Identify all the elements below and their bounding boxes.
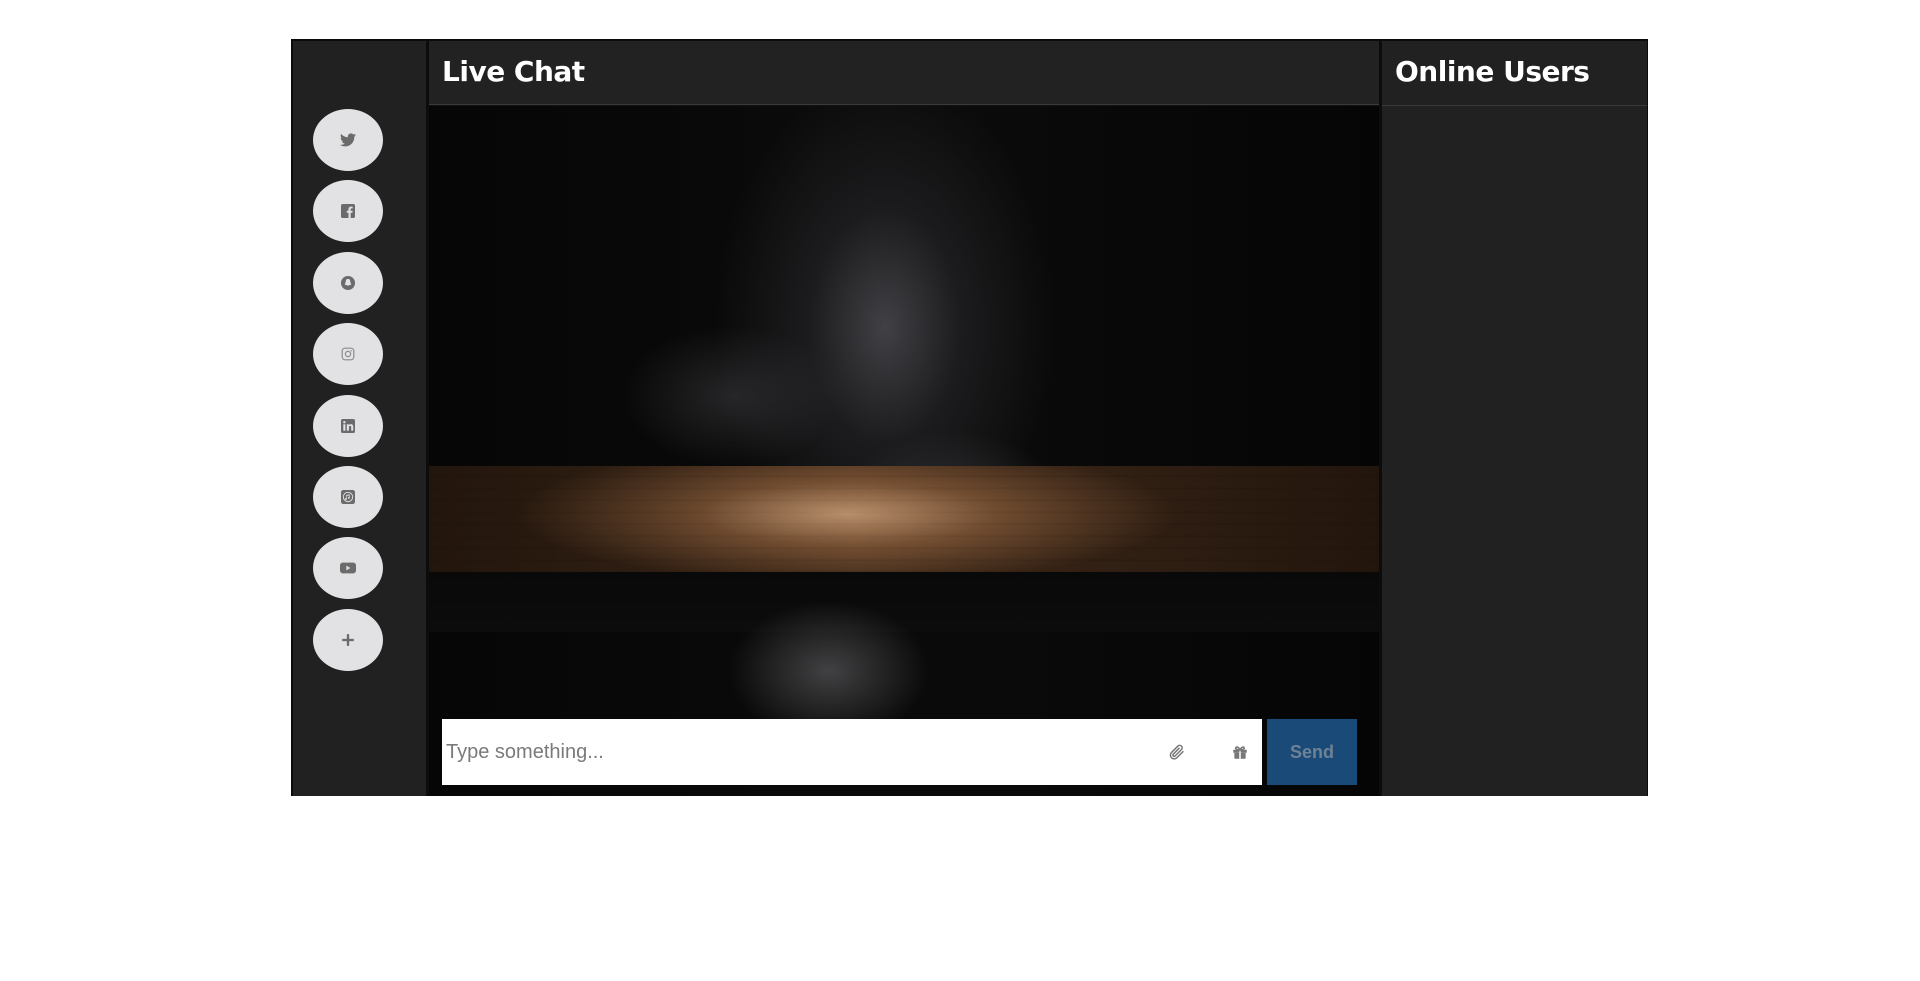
chat-header: Live Chat <box>429 41 1379 105</box>
send-button[interactable]: Send <box>1267 719 1357 785</box>
message-input[interactable] <box>442 719 1142 785</box>
linkedin-button[interactable] <box>313 395 383 457</box>
chat-title: Live Chat <box>442 55 585 88</box>
social-sidebar <box>293 41 426 796</box>
online-users-title: Online Users <box>1395 55 1590 88</box>
paperclip-icon[interactable] <box>1165 740 1189 764</box>
add-social-button[interactable] <box>313 609 383 671</box>
instagram-button[interactable] <box>313 323 383 385</box>
twitter-icon <box>340 133 356 147</box>
message-composer <box>442 719 1262 785</box>
youtube-icon <box>340 561 356 575</box>
twitter-button[interactable] <box>313 109 383 171</box>
live-chat-panel: Live Chat Send <box>429 41 1379 796</box>
wood-table-image <box>429 466 1379 572</box>
plus-icon <box>341 633 355 647</box>
online-users-header: Online Users <box>1382 41 1647 106</box>
instagram-icon <box>341 347 355 361</box>
snapchat-button[interactable] <box>313 252 383 314</box>
facebook-icon <box>341 204 355 218</box>
snapchat-icon <box>341 276 355 290</box>
online-users-panel: Online Users <box>1382 41 1647 796</box>
itunes-button[interactable] <box>313 466 383 528</box>
linkedin-icon <box>341 419 355 433</box>
chat-app-window: Live Chat Send Online Users <box>291 39 1648 796</box>
youtube-button[interactable] <box>313 537 383 599</box>
facebook-button[interactable] <box>313 180 383 242</box>
gift-icon[interactable] <box>1228 740 1252 764</box>
itunes-icon <box>341 490 355 504</box>
